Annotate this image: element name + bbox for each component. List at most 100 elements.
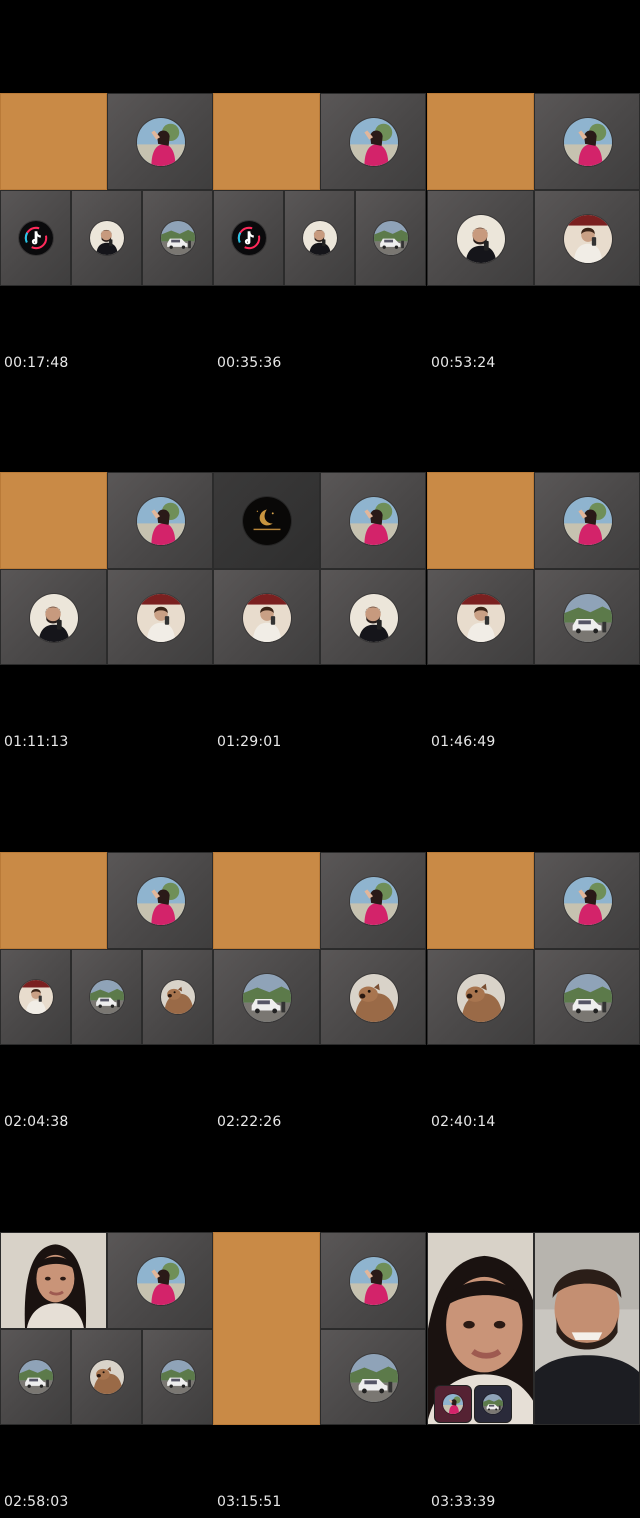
video-tile (142, 190, 213, 286)
video-tile (534, 852, 640, 949)
video-tile-blank (213, 1232, 320, 1425)
video-tile (355, 190, 426, 286)
avatar-car-icon (161, 1360, 195, 1394)
video-tile (71, 1329, 142, 1425)
video-tile (320, 852, 426, 949)
avatar-woman-pink-icon (350, 877, 398, 925)
video-tile-blank (427, 852, 534, 949)
video-tile (0, 1329, 71, 1425)
avatar-man-beard-icon (350, 594, 398, 642)
avatar-mirror-selfie-icon (243, 594, 291, 642)
avatar-dog-icon (90, 1360, 124, 1394)
avatar-woman-pink-icon (137, 1257, 185, 1305)
video-tile (107, 93, 213, 190)
avatar-woman-pink-icon (350, 497, 398, 545)
video-tile-blank (0, 472, 107, 569)
avatar-dog-icon (161, 980, 195, 1014)
timestamp: 01:29:01 (217, 734, 282, 750)
avatar-car-icon (374, 221, 408, 255)
video-tile-blank (0, 93, 107, 190)
video-tile (71, 190, 142, 286)
video-tile (0, 569, 107, 665)
video-tile (320, 569, 426, 665)
avatar-man-beard-icon (303, 221, 337, 255)
timestamp: 02:40:14 (431, 1114, 496, 1130)
timestamp: 03:15:51 (217, 1494, 282, 1510)
video-tile-blank (213, 852, 320, 949)
video-frame (213, 472, 426, 665)
video-frame (213, 852, 426, 1045)
timestamp: 00:17:48 (4, 355, 69, 371)
avatar-man-beard-icon (90, 221, 124, 255)
video-tile-blank (0, 852, 107, 949)
timestamp: 01:11:13 (4, 734, 69, 750)
video-tile (107, 852, 213, 949)
video-frame (0, 472, 213, 665)
avatar-car-icon (483, 1394, 503, 1414)
avatar-car-icon (19, 1360, 53, 1394)
pip-avatar-car-icon[interactable] (474, 1385, 512, 1423)
timestamp: 02:22:26 (217, 1114, 282, 1130)
video-tile (107, 569, 213, 665)
video-frame (0, 93, 213, 286)
timestamp: 03:33:39 (431, 1494, 496, 1510)
avatar-woman-pink-icon (137, 497, 185, 545)
timestamp: 01:46:49 (431, 734, 496, 750)
avatar-car-icon (161, 221, 195, 255)
video-tile (284, 190, 355, 286)
video-tile (142, 1329, 213, 1425)
video-tile (427, 190, 534, 286)
avatar-mirror-selfie-icon (457, 594, 505, 642)
avatar-mirror-selfie-icon (19, 980, 53, 1014)
video-tile (0, 190, 71, 286)
video-tile-blank (427, 93, 534, 190)
video-frame (427, 1232, 640, 1425)
avatar-woman-pink-icon (443, 1394, 463, 1414)
video-tile (320, 1329, 426, 1425)
video-tile (534, 569, 640, 665)
video-tile (534, 190, 640, 286)
video-frame (213, 93, 426, 286)
video-tile (534, 93, 640, 190)
avatar-woman-pink-icon (564, 497, 612, 545)
avatar-moon-logo-icon (243, 497, 291, 545)
avatar-car-icon (243, 974, 291, 1022)
video-frame (427, 472, 640, 665)
timestamp: 02:58:03 (4, 1494, 69, 1510)
video-tile-camera (534, 1232, 640, 1425)
video-tile (534, 472, 640, 569)
video-tile (534, 949, 640, 1045)
avatar-man-beard-icon (457, 215, 505, 263)
video-tile (427, 569, 534, 665)
avatar-tiktok-logo-icon (232, 221, 266, 255)
avatar-car-icon (564, 974, 612, 1022)
video-tile-blank (213, 93, 320, 190)
timestamp: 00:53:24 (431, 355, 496, 371)
video-frame (427, 852, 640, 1045)
video-tile (213, 949, 320, 1045)
avatar-woman-pink-icon (564, 118, 612, 166)
avatar-mirror-selfie-icon (137, 594, 185, 642)
avatar-woman-pink-icon (137, 877, 185, 925)
avatar-mirror-selfie-icon (564, 215, 612, 263)
avatar-dog-icon (350, 974, 398, 1022)
video-frame (0, 852, 213, 1045)
video-tile (0, 949, 71, 1045)
video-tile (213, 569, 320, 665)
avatar-woman-pink-icon (350, 1257, 398, 1305)
video-frame (0, 1232, 213, 1425)
video-tile (320, 1232, 426, 1329)
video-tile (320, 949, 426, 1045)
timestamp: 00:35:36 (217, 355, 282, 371)
video-frame (427, 93, 640, 286)
video-tile (320, 472, 426, 569)
video-tile (427, 949, 534, 1045)
video-tile-camera (427, 1232, 534, 1425)
pip-avatar-woman-pink-icon[interactable] (434, 1385, 472, 1423)
avatar-woman-pink-icon (137, 118, 185, 166)
video-tile (213, 472, 320, 569)
avatar-dog-icon (457, 974, 505, 1022)
video-tile-camera (0, 1232, 107, 1329)
avatar-car-icon (90, 980, 124, 1014)
video-frame (213, 1232, 426, 1425)
